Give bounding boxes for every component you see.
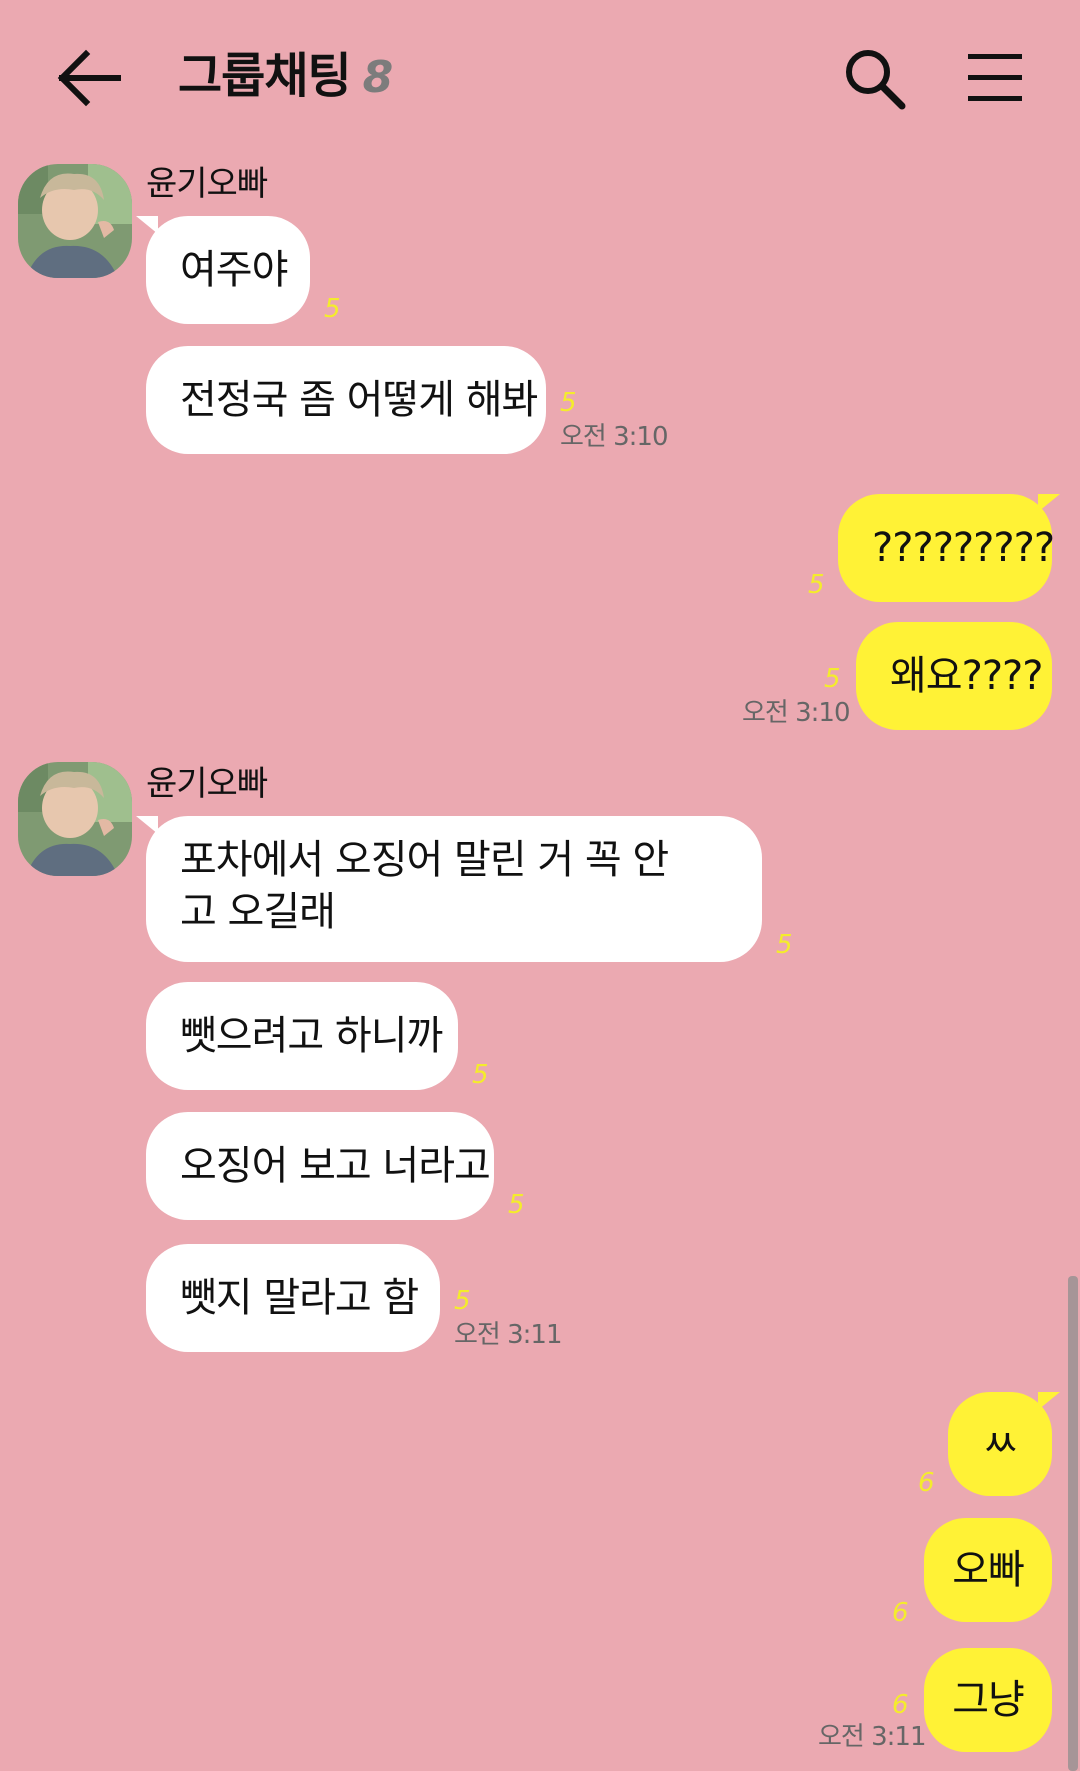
chat-header: 그룹채팅 8	[0, 0, 1080, 150]
message-bubble[interactable]: 뺏지 말라고 함	[146, 1244, 440, 1352]
unread-count: 5	[776, 930, 793, 960]
message-bubble[interactable]: 여주야	[146, 216, 310, 324]
unread-count: 6	[892, 1598, 909, 1628]
unread-count: 6	[892, 1690, 909, 1720]
chat-title: 그룹채팅 8	[178, 44, 394, 110]
unread-count: 5	[824, 664, 841, 694]
chat-title-text: 그룹채팅	[178, 48, 352, 104]
search-button[interactable]	[842, 46, 908, 112]
member-count: 8	[362, 52, 394, 103]
unread-count: 5	[808, 570, 825, 600]
unread-count: 5	[560, 388, 577, 418]
message-bubble[interactable]: 오징어 보고 너라고	[146, 1112, 494, 1220]
arrow-left-icon	[57, 49, 121, 107]
hamburger-menu-icon	[968, 54, 1022, 101]
message-bubble[interactable]: 오빠	[924, 1518, 1052, 1622]
sender-avatar[interactable]	[18, 762, 132, 876]
unread-count: 5	[508, 1190, 525, 1220]
message-bubble[interactable]: 전정국 좀 어떻게 해봐	[146, 346, 546, 454]
menu-button[interactable]	[966, 50, 1024, 106]
profile-photo-icon	[18, 762, 132, 876]
message-bubble[interactable]: ㅆ	[948, 1392, 1052, 1496]
sender-name: 윤기오빠	[146, 764, 268, 804]
sender-name: 윤기오빠	[146, 164, 268, 204]
message-bubble[interactable]: 포차에서 오징어 말린 거 꼭 안고 오길래	[146, 816, 762, 962]
scrollbar[interactable]	[1068, 1276, 1078, 1771]
unread-count: 5	[472, 1060, 489, 1090]
back-button[interactable]	[52, 46, 124, 110]
unread-count: 5	[454, 1286, 471, 1316]
profile-photo-icon	[18, 164, 132, 278]
unread-count: 6	[918, 1468, 935, 1498]
message-bubble[interactable]: 그냥	[924, 1648, 1052, 1752]
message-time: 오전 3:10	[742, 698, 850, 728]
message-time: 오전 3:11	[818, 1722, 926, 1752]
message-time: 오전 3:10	[560, 422, 668, 452]
message-bubble[interactable]: ?????????	[838, 494, 1055, 602]
search-icon	[846, 50, 906, 110]
unread-count: 5	[324, 294, 341, 324]
message-bubble[interactable]: 뺏으려고 하니까	[146, 982, 458, 1090]
sender-avatar[interactable]	[18, 164, 132, 278]
message-time: 오전 3:11	[454, 1320, 562, 1350]
message-bubble[interactable]: 왜요????	[856, 622, 1052, 730]
